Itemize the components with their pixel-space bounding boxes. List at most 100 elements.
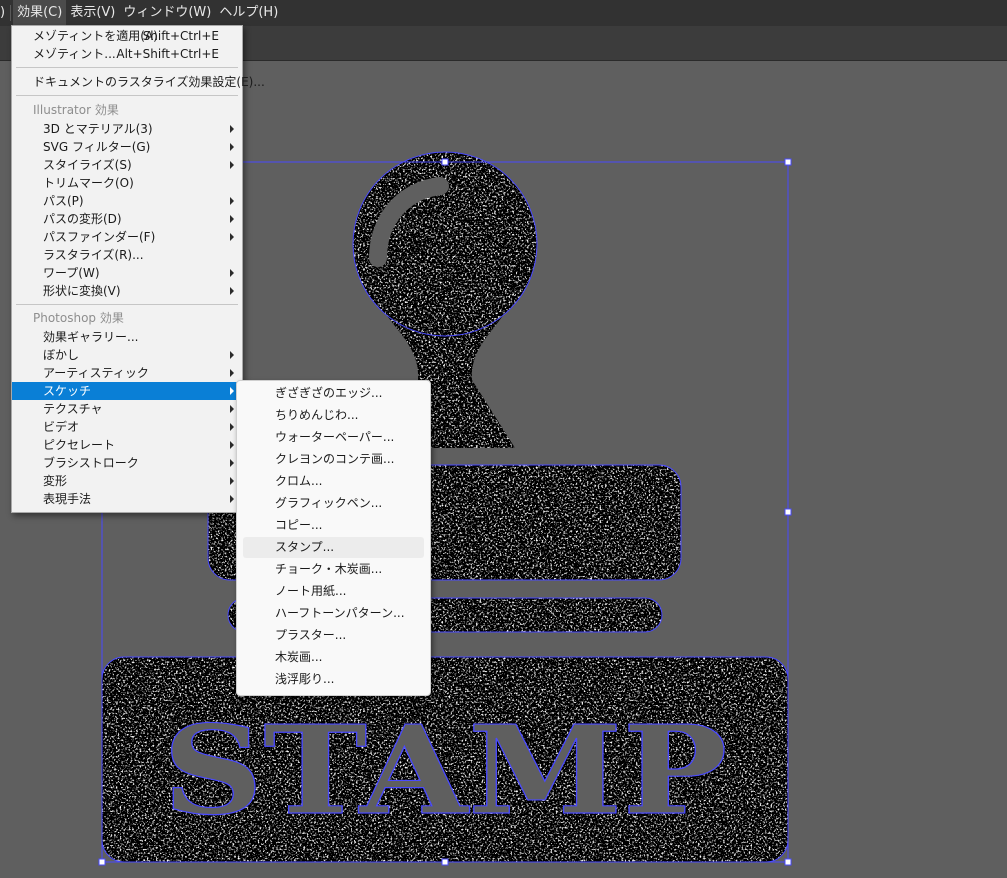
menu-header-label: Photoshop 効果: [33, 311, 124, 325]
submenu-item-label: 浅浮彫り...: [275, 672, 335, 686]
submenu-item-graphic-pen[interactable]: グラフィックペン...: [243, 493, 424, 514]
submenu-arrow-icon: [230, 161, 234, 169]
effect-menu: メゾティントを適用(A) Shift+Ctrl+E メゾティント... Alt+…: [11, 25, 265, 513]
submenu-item-label: クロム...: [275, 474, 323, 488]
submenu-item-plaster[interactable]: プラスター...: [243, 625, 424, 646]
menu-header-label: Illustrator 効果: [33, 103, 119, 117]
submenu-item-halftone-pattern[interactable]: ハーフトーンパターン...: [243, 603, 424, 624]
submenu-item-charcoal[interactable]: 木炭画...: [243, 647, 424, 668]
menu-item-svg-filter[interactable]: SVG フィルター(G): [12, 138, 242, 156]
submenu-item-label: クレヨンのコンテ画...: [275, 452, 395, 466]
submenu-arrow-icon: [230, 351, 234, 359]
submenu-item-photocopy[interactable]: コピー...: [243, 515, 424, 536]
menu-item-label: テクスチャ: [43, 402, 103, 416]
submenu-item-label: ぎざぎざのエッジ...: [275, 386, 383, 400]
menu-item-label: ピクセレート: [43, 438, 116, 452]
submenu-item-label: プラスター...: [275, 628, 347, 642]
submenu-item-note-paper[interactable]: ノート用紙...: [243, 581, 424, 602]
menu-item-label: スタイライズ(S): [43, 158, 132, 172]
menu-item-3d-material[interactable]: 3D とマテリアル(3): [12, 120, 242, 138]
submenu-item-label: グラフィックペン...: [275, 496, 383, 510]
submenu-arrow-icon: [230, 405, 234, 413]
menu-item-label: ブラシストローク: [43, 456, 139, 470]
submenu-arrow-icon: [230, 387, 234, 395]
menubar-item-effect[interactable]: 効果(C): [13, 0, 67, 26]
menu-item-label: メゾティント...: [33, 47, 116, 61]
menu-header-photoshop: Photoshop 効果: [12, 309, 242, 327]
menu-item-texture[interactable]: テクスチャ: [12, 400, 242, 418]
menu-item-label: アーティスティック: [43, 366, 149, 380]
submenu-item-label: 木炭画...: [275, 650, 323, 664]
menu-item-apply-mezzotint[interactable]: メゾティントを適用(A) Shift+Ctrl+E: [12, 27, 242, 45]
menubar: ) 効果(C) 表示(V) ウィンドウ(W) ヘルプ(H): [0, 0, 1007, 26]
submenu-arrow-icon: [230, 269, 234, 277]
menu-item-label: ドキュメントのラスタライズ効果設定(E)...: [33, 75, 265, 89]
submenu-item-chrome[interactable]: クロム...: [243, 471, 424, 492]
submenu-arrow-icon: [230, 125, 234, 133]
submenu-arrow-icon: [230, 459, 234, 467]
submenu-item-conte-crayon[interactable]: クレヨンのコンテ画...: [243, 449, 424, 470]
menu-header-illustrator: Illustrator 効果: [12, 101, 242, 119]
submenu-item-label: スタンプ...: [275, 540, 335, 554]
menu-item-label: 表現手法: [43, 492, 92, 506]
submenu-arrow-icon: [230, 215, 234, 223]
menu-separator: [16, 95, 238, 96]
submenu-item-chalk-charcoal[interactable]: チョーク・木炭画...: [243, 559, 424, 580]
menu-item-label: SVG フィルター(G): [43, 140, 151, 154]
menu-item-label: トリムマーク(O): [43, 176, 134, 190]
menubar-item-window[interactable]: ウィンドウ(W): [119, 0, 215, 26]
menu-item-label: ラスタライズ(R)...: [43, 248, 144, 262]
menubar-item-edit-partial[interactable]: ): [0, 0, 8, 26]
submenu-arrow-icon: [230, 423, 234, 431]
menu-item-pixelate[interactable]: ピクセレート: [12, 436, 242, 454]
submenu-arrow-icon: [230, 495, 234, 503]
menu-item-distort[interactable]: 変形: [12, 472, 242, 490]
submenu-item-label: コピー...: [275, 518, 323, 532]
submenu-item-label: ノート用紙...: [275, 584, 347, 598]
menu-item-blur[interactable]: ぼかし: [12, 346, 242, 364]
menu-item-stylize-photoshop[interactable]: 表現手法: [12, 490, 242, 508]
menu-item-trim-marks[interactable]: トリムマーク(O): [12, 174, 242, 192]
menubar-item-view[interactable]: 表示(V): [66, 0, 119, 26]
submenu-arrow-icon: [230, 369, 234, 377]
menu-item-label: 効果ギャラリー...: [43, 330, 139, 344]
menu-item-mezzotint[interactable]: メゾティント... Alt+Shift+Ctrl+E: [12, 45, 242, 63]
submenu-item-reticulation[interactable]: ちりめんじわ...: [243, 405, 424, 426]
submenu-arrow-icon: [230, 233, 234, 241]
menu-item-stylize[interactable]: スタイライズ(S): [12, 156, 242, 174]
menu-item-label: パス(P): [43, 194, 84, 208]
menu-item-warp[interactable]: ワープ(W): [12, 264, 242, 282]
submenu-arrow-icon: [230, 197, 234, 205]
menu-item-rasterize[interactable]: ラスタライズ(R)...: [12, 246, 242, 264]
menu-item-label: 形状に変換(V): [43, 284, 121, 298]
menu-item-effect-gallery[interactable]: 効果ギャラリー...: [12, 328, 242, 346]
submenu-arrow-icon: [230, 143, 234, 151]
menu-item-artistic[interactable]: アーティスティック: [12, 364, 242, 382]
menu-item-distort-transform[interactable]: パスの変形(D): [12, 210, 242, 228]
submenu-item-label: ちりめんじわ...: [275, 408, 359, 422]
menu-item-shortcut: Alt+Shift+Ctrl+E: [116, 47, 219, 61]
menu-item-convert-shape[interactable]: 形状に変換(V): [12, 282, 242, 300]
submenu-item-label: チョーク・木炭画...: [275, 562, 383, 576]
menu-item-sketch[interactable]: スケッチ: [12, 382, 242, 400]
menu-item-label: ぼかし: [43, 348, 80, 362]
submenu-item-torn-edges[interactable]: ぎざぎざのエッジ...: [243, 383, 424, 404]
submenu-item-water-paper[interactable]: ウォーターペーパー...: [243, 427, 424, 448]
menu-item-pathfinder[interactable]: パスファインダー(F): [12, 228, 242, 246]
menu-separator: [16, 67, 238, 68]
menu-item-label: ビデオ: [43, 420, 80, 434]
menu-item-label: パスファインダー(F): [43, 230, 156, 244]
menu-item-video[interactable]: ビデオ: [12, 418, 242, 436]
submenu-arrow-icon: [230, 441, 234, 449]
menu-item-brush-strokes[interactable]: ブラシストローク: [12, 454, 242, 472]
menu-item-raster-settings[interactable]: ドキュメントのラスタライズ効果設定(E)...: [12, 73, 265, 91]
menu-item-label: スケッチ: [43, 384, 92, 398]
menubar-item-help[interactable]: ヘルプ(H): [215, 0, 282, 26]
submenu-arrow-icon: [230, 477, 234, 485]
menu-item-path[interactable]: パス(P): [12, 192, 242, 210]
submenu-item-bas-relief[interactable]: 浅浮彫り...: [243, 669, 424, 690]
sketch-submenu: ぎざぎざのエッジ... ちりめんじわ... ウォーターペーパー... クレヨンの…: [236, 380, 431, 696]
menu-item-label: 3D とマテリアル(3): [43, 122, 153, 136]
menu-item-label: ワープ(W): [43, 266, 100, 280]
submenu-item-stamp[interactable]: スタンプ...: [243, 537, 424, 558]
